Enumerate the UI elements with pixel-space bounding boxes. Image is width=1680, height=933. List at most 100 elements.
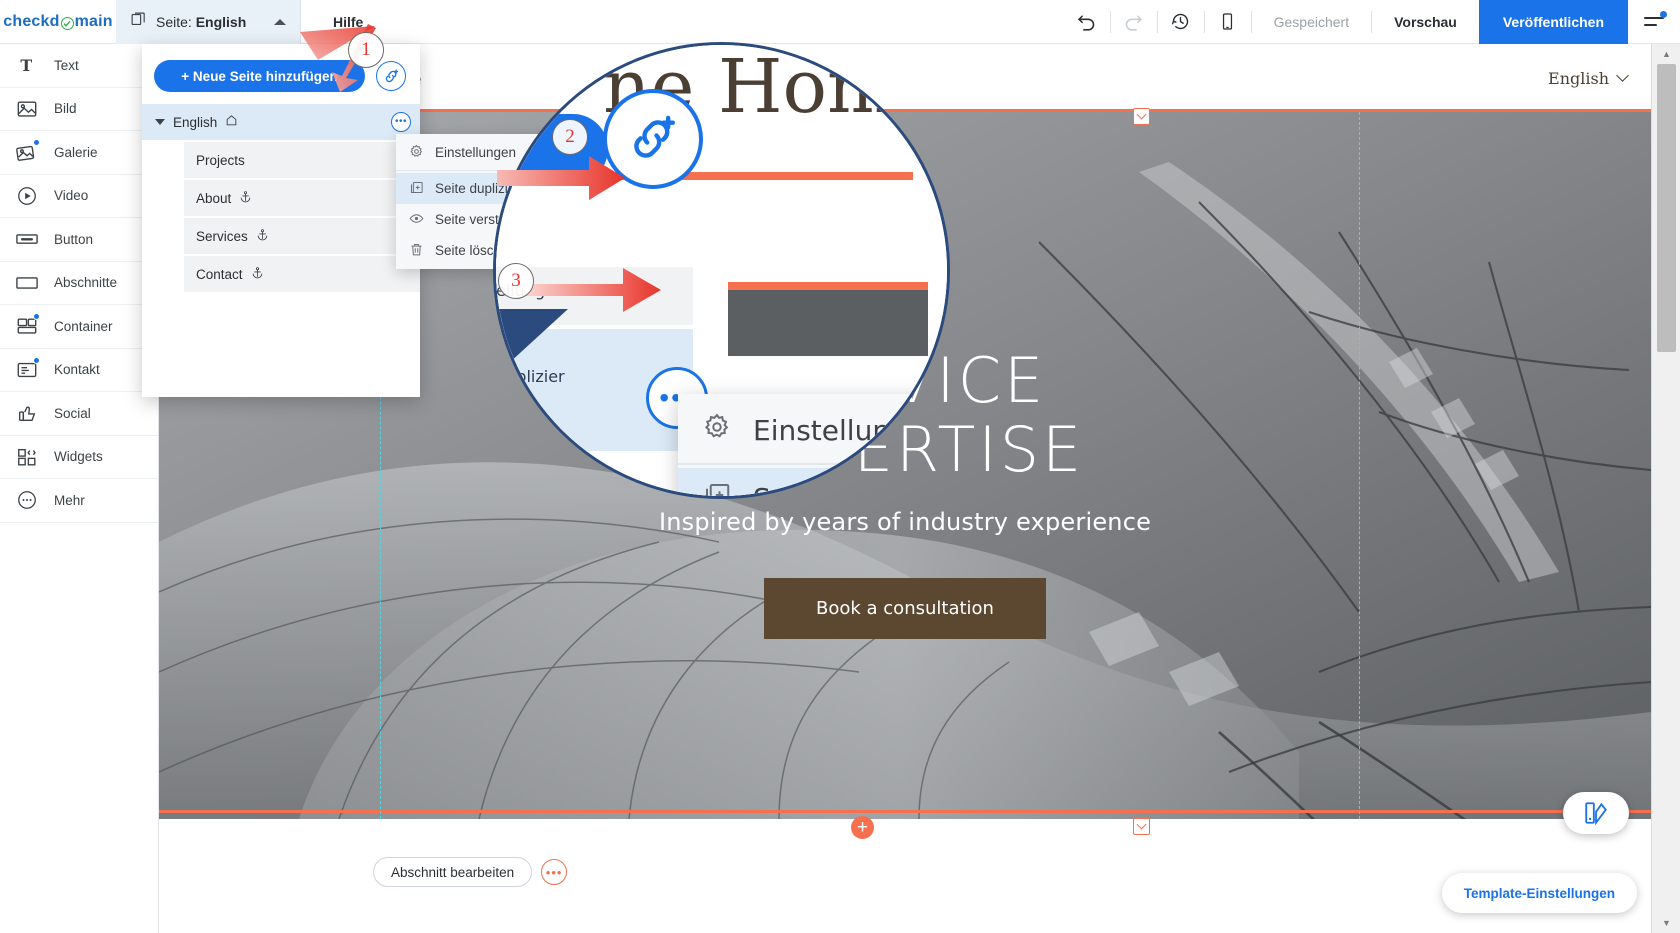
gear-icon — [702, 412, 732, 449]
new-badge-dot — [33, 356, 40, 364]
page-row-label: Projects — [196, 152, 245, 168]
chevron-down-icon — [1616, 68, 1629, 82]
more-dots-icon — [14, 487, 40, 513]
sidebar-item-mehr[interactable]: Mehr — [0, 479, 158, 523]
page-selector-tab[interactable]: Seite: English — [116, 0, 301, 44]
sidebar-item-widgets[interactable]: Widgets — [0, 436, 158, 479]
annotation-step-2: 2 — [552, 119, 588, 155]
top-toolbar-right: Gespeichert Vorschau Veröffentlichen — [1064, 0, 1680, 44]
book-consultation-button[interactable]: Book a consultation — [764, 578, 1046, 640]
container-icon — [14, 313, 40, 339]
undo-icon[interactable] — [1064, 0, 1110, 44]
page-row-english[interactable]: English ••• — [142, 104, 420, 140]
sidebar-label: Galerie — [54, 144, 98, 160]
page-row-projects[interactable]: Projects — [184, 142, 420, 178]
annotation-step-3: 3 — [498, 263, 534, 299]
page-row-services[interactable]: Services — [184, 218, 420, 254]
sidebar-label: Widgets — [54, 449, 103, 465]
left-sidebar: T Text Bild Galerie Video Button Abschni… — [0, 44, 159, 933]
preview-button[interactable]: Vorschau — [1372, 0, 1479, 44]
button-icon — [14, 226, 40, 252]
sidebar-item-bild[interactable]: Bild — [0, 88, 158, 131]
gear-icon — [409, 144, 424, 162]
page-selector-label: Seite: English — [156, 13, 247, 30]
magnified-context-menu: Einstellungen Seite duplizieren — [678, 394, 947, 496]
new-badge-dot — [33, 313, 40, 321]
sidebar-item-container[interactable]: Container — [0, 305, 158, 349]
page-selector-value: English — [195, 13, 247, 30]
expand-triangle-icon[interactable] — [155, 119, 165, 125]
page-row-label: English — [173, 114, 218, 130]
scroll-up-arrow-icon[interactable]: ▲ — [1652, 44, 1680, 64]
text-icon: T — [14, 52, 40, 78]
add-section-plus-icon[interactable]: + — [851, 816, 874, 839]
sidebar-item-social[interactable]: Social — [0, 392, 158, 436]
template-settings-button[interactable]: Template-Einstellungen — [1441, 873, 1637, 913]
section-collapse-handle-bottom[interactable] — [1133, 818, 1150, 835]
eye-hidden-icon — [409, 211, 424, 229]
new-badge-dot — [33, 139, 40, 147]
sidebar-item-abschnitte[interactable]: Abschnitte — [0, 262, 158, 305]
mobile-device-icon[interactable] — [1205, 0, 1251, 44]
sidebar-label: Kontakt — [54, 362, 100, 378]
image-icon — [14, 96, 40, 122]
thumbs-up-icon — [14, 400, 40, 426]
save-status-label: Gespeichert — [1273, 13, 1350, 30]
sidebar-label: Mehr — [54, 492, 85, 508]
section-more-dots-icon[interactable]: ••• — [541, 859, 568, 885]
sidebar-item-button[interactable]: Button — [0, 218, 158, 262]
logo-check-icon — [60, 17, 74, 30]
sidebar-label: Social — [54, 405, 91, 421]
sidebar-label: Bild — [54, 101, 77, 117]
svg-text:T: T — [20, 56, 32, 75]
sidebar-label: Abschnitte — [54, 275, 118, 291]
page-row-about[interactable]: About — [184, 180, 420, 216]
section-toolbar: Abschnitt bearbeiten ••• — [373, 857, 568, 887]
edit-section-button[interactable]: Abschnitt bearbeiten — [373, 857, 533, 887]
magnified-menu-item-seite-duplizieren[interactable]: Seite duplizieren — [678, 468, 947, 496]
annotation-arrow-3 — [523, 268, 661, 312]
page-options-dots-icon[interactable]: ••• — [391, 112, 411, 132]
magnified-menu-label: Einstellungen — [753, 413, 943, 447]
video-play-icon — [14, 183, 40, 209]
gallery-icon — [14, 139, 40, 165]
history-clock-icon[interactable] — [1158, 0, 1204, 44]
duplicate-page-icon — [409, 180, 424, 198]
design-palette-fab[interactable] — [1563, 792, 1629, 834]
hamburger-menu-icon[interactable] — [1628, 0, 1680, 44]
top-toolbar: checkd main Seite: English Hilfe Gespeic… — [0, 0, 1680, 44]
annotation-arrow-2 — [497, 156, 625, 200]
notification-dot — [1660, 10, 1667, 18]
alignment-guide-right — [1359, 112, 1360, 819]
page-row-label: About — [196, 190, 232, 206]
anchor-icon — [251, 266, 264, 282]
site-language-switcher[interactable]: English — [1548, 68, 1629, 88]
scrollbar-thumb[interactable] — [1657, 64, 1676, 352]
contact-form-icon — [14, 356, 40, 383]
sidebar-label: Container — [54, 318, 113, 334]
site-language-label: English — [1548, 68, 1609, 88]
page-row-label: Contact — [196, 266, 243, 282]
magnified-menu-item-einstellungen[interactable]: Einstellungen — [678, 400, 947, 460]
duplicate-page-icon — [702, 480, 732, 496]
sidebar-item-video[interactable]: Video — [0, 175, 158, 218]
sidebar-item-galerie[interactable]: Galerie — [0, 131, 158, 175]
magnified-menu-separator — [678, 463, 947, 465]
home-icon — [225, 114, 238, 130]
page-row-contact[interactable]: Contact — [184, 256, 420, 292]
publish-button[interactable]: Veröffentlichen — [1478, 0, 1628, 44]
vertical-scrollbar[interactable]: ▲ ▼ — [1651, 44, 1680, 933]
sidebar-item-kontakt[interactable]: Kontakt — [0, 349, 158, 392]
section-divider-bottom — [159, 810, 1651, 813]
sidebar-label: Video — [54, 188, 89, 204]
sidebar-label: Text — [54, 57, 79, 73]
trash-icon — [409, 242, 424, 260]
hero-subtitle: Inspired by years of industry experience — [658, 508, 1152, 537]
pages-panel: + Neue Seite hinzufügen English ••• Proj… — [142, 44, 420, 397]
checkdomain-logo[interactable]: checkd main — [0, 0, 116, 44]
pages-stack-icon — [130, 11, 147, 33]
scroll-down-arrow-icon[interactable]: ▼ — [1652, 913, 1680, 933]
design-palette-icon — [1585, 802, 1607, 826]
sidebar-item-text[interactable]: T Text — [0, 44, 158, 88]
section-collapse-handle-top[interactable] — [1133, 108, 1150, 125]
